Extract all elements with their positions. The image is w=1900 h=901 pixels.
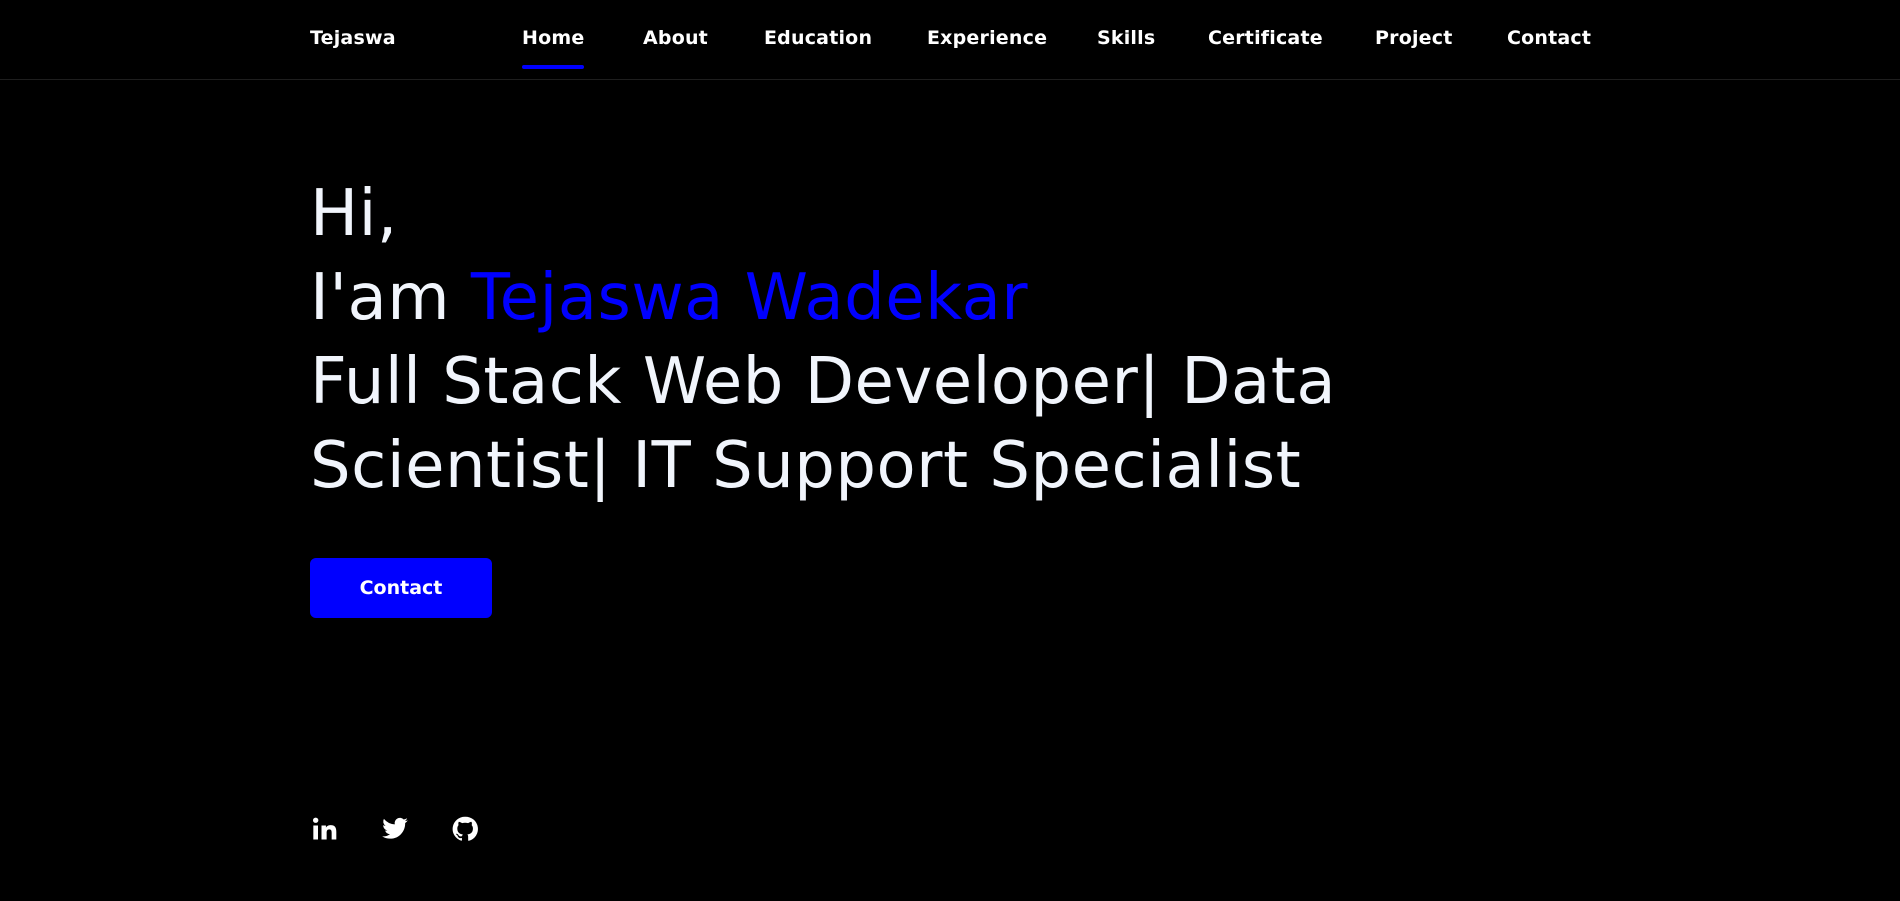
twitter-icon [382,817,408,839]
nav-experience[interactable]: Experience [927,27,1047,49]
contact-button[interactable]: Contact [310,558,492,618]
hero-name: Tejaswa Wadekar [470,261,1029,335]
linkedin-link[interactable] [310,814,340,844]
nav-home[interactable]: Home [522,27,585,69]
nav-skills[interactable]: Skills [1097,27,1155,49]
twitter-link[interactable] [380,814,410,844]
portfolio-page: Tejaswa Home About Education Experience … [0,0,1900,901]
nav-about[interactable]: About [643,27,708,49]
hero-title-line-1: Full Stack Web Developer| Data [310,345,1337,419]
nav-education[interactable]: Education [764,27,872,49]
site-header: Tejaswa Home About Education Experience … [0,0,1900,80]
nav-certificate[interactable]: Certificate [1208,27,1323,49]
linkedin-icon [312,817,337,840]
hero-intro-prefix: I'am [310,261,471,335]
site-logo[interactable]: Tejaswa [310,27,396,49]
github-link[interactable] [450,814,480,844]
nav-project[interactable]: Project [1375,27,1453,49]
hero-section: Hi, I'am Tejaswa Wadekar Full Stack Web … [310,172,1510,508]
hero-title-line-2: Scientist| IT Support Specialist [310,429,1302,503]
nav-contact[interactable]: Contact [1507,27,1591,49]
github-icon [452,816,478,841]
hero-greeting: Hi, [310,177,398,251]
hero-intro: I'am Tejaswa Wadekar [310,256,1510,340]
